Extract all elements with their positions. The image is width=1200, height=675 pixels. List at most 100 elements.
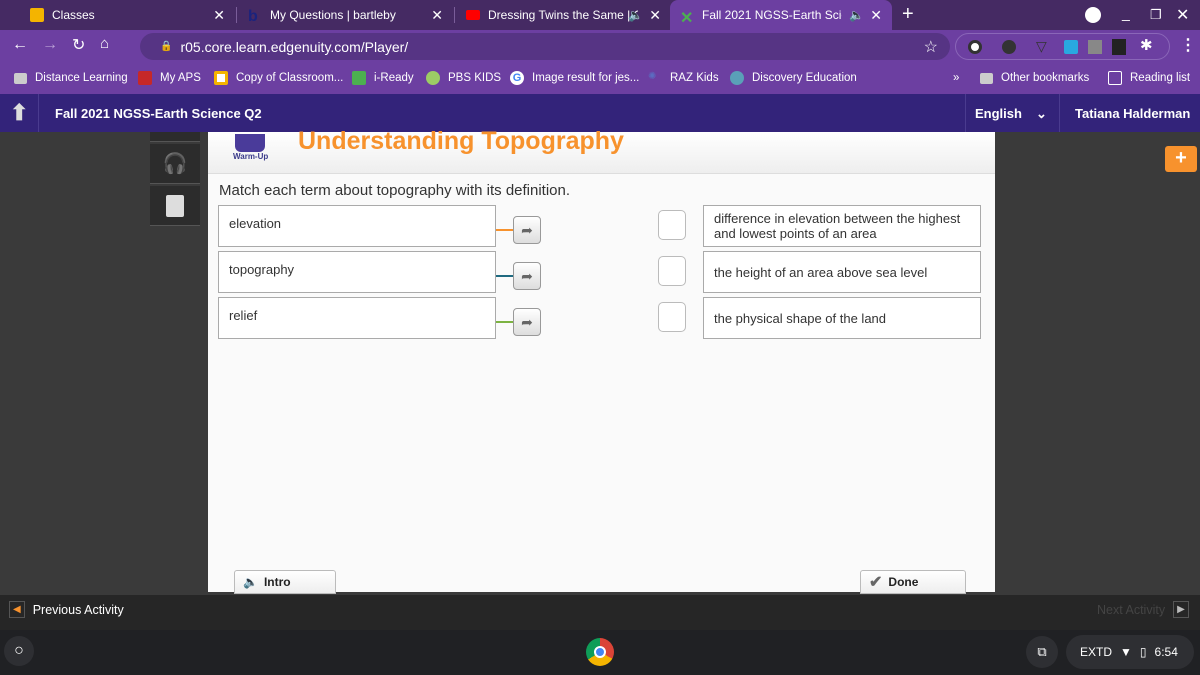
tab-label: My Questions | bartleby [270,8,396,22]
audio-icon: 🔈 [628,8,643,22]
speaker-icon: 🔈 [243,575,258,589]
term-label: topography [229,262,295,277]
bookmark[interactable]: ✺ RAZ Kids [648,62,719,94]
google-icon: G [510,71,524,85]
close-icon[interactable]: ✕ [870,7,882,24]
other-bookmarks-label: Other bookmarks [1001,72,1090,84]
activity-footer: ◀ Previous Activity Next Activity ▶ [0,595,1200,630]
wifi-icon: ▼ [1120,645,1132,659]
term-topography[interactable]: topography [218,251,496,293]
extension-icon[interactable] [1002,40,1016,54]
home-icon[interactable]: ⬆ [10,100,28,126]
reload-button[interactable]: ↻ [72,35,85,55]
reading-list-label: Reading list [1130,72,1191,84]
launcher-button[interactable]: ○ [4,636,34,666]
close-icon[interactable]: ✕ [649,7,661,24]
match-arrow-button[interactable]: ➦ [513,216,541,244]
minimize-button[interactable]: _ [1122,5,1130,21]
forward-button[interactable]: → [42,36,58,54]
tab-strip: Classes ✕ b My Questions | bartleby ✕ Dress… [0,0,1200,30]
pbs-kids-icon [426,71,440,85]
match-target[interactable] [658,302,686,332]
extension-icon[interactable] [1112,39,1126,55]
term-label: relief [229,308,258,323]
bookmark[interactable]: My APS [138,62,201,94]
tab-search-icon[interactable] [1085,7,1101,23]
add-button[interactable]: + [1165,146,1197,172]
close-icon[interactable]: ✕ [431,7,443,24]
bookmark[interactable]: PBS KIDS [426,62,501,94]
raz-kids-icon: ✺ [648,71,657,82]
match-target[interactable] [658,256,686,286]
term-relief[interactable]: relief [218,297,496,339]
holding-space-icon[interactable]: ⧉ [1026,636,1058,668]
arrow-icon: ➦ [521,221,533,238]
tab-youtube[interactable]: Dressing Twins the Same | O 🔈 ✕ [456,0,671,30]
new-tab-button[interactable]: + [902,3,914,26]
bookmark-label: Distance Learning [35,72,128,84]
done-label: Done [888,575,919,589]
status-tray[interactable]: EXTD ▼ ▯ 6:54 [1066,635,1194,669]
star-icon[interactable]: ☆ [924,37,938,57]
bookmark[interactable]: Discovery Education [730,62,857,94]
tool-column: 🎧 [150,132,200,228]
previous-activity-button[interactable]: ◀ Previous Activity [9,601,124,618]
chevron-left-icon: ◀ [9,601,25,618]
definition: the physical shape of the land [703,297,981,339]
language-select[interactable]: English ⌄ [975,106,1047,122]
tab-bartleby[interactable]: b My Questions | bartleby ✕ [238,0,453,30]
calculator-icon [166,194,184,217]
arrow-icon: ➦ [521,313,533,330]
bookmark-label: i-Ready [374,72,414,84]
back-button[interactable]: ← [12,36,28,54]
headphones-tool[interactable]: 🎧 [150,144,200,184]
extension-icon[interactable] [1064,40,1078,54]
puzzle-icon[interactable]: ✱ [1140,36,1153,54]
extension-icon[interactable] [968,40,982,54]
tab-edgenuity[interactable]: ✕ Fall 2021 NGSS-Earth Scienc 🔈 ✕ [670,0,892,30]
term-label: elevation [229,216,282,231]
close-icon[interactable]: ✕ [213,7,225,24]
bookmarks-bar: Distance Learning My APS Copy of Classro… [0,62,1200,94]
intro-button[interactable]: 🔈 Intro [234,570,336,594]
user-name[interactable]: Tatiana Halderman [1075,106,1190,121]
definition-text: difference in elevation between the high… [714,211,961,241]
definition-text: the physical shape of the land [714,310,887,326]
done-button[interactable]: ✔ Done [860,570,966,594]
reading-list[interactable]: Reading list [1108,62,1190,94]
match-target[interactable] [658,210,686,240]
bookmark-label: Copy of Classroom... [236,72,344,84]
tab-classes[interactable]: Classes ✕ [20,0,235,30]
term-elevation[interactable]: elevation [218,205,496,247]
intro-label: Intro [263,575,291,589]
headphones-icon: 🎧 [162,153,188,175]
menu-icon[interactable]: ⋮ [1180,35,1196,55]
bookmark[interactable]: G Image result for jes... [510,62,639,94]
close-window-button[interactable]: ✕ [1176,5,1189,25]
checkmark-icon: ✔ [869,574,883,591]
address-bar[interactable]: 🔒 r05.core.learn.edgenuity.com/Player/ ☆ [140,33,950,60]
iready-icon [352,71,366,85]
bookmark-label: RAZ Kids [670,72,719,84]
home-button[interactable]: ⌂ [100,35,109,52]
bookmark-label: PBS KIDS [448,72,502,84]
restore-button[interactable]: ❐ [1150,7,1162,23]
extension-icon[interactable] [1088,40,1102,54]
definition: difference in elevation between the high… [703,205,981,247]
match-arrow-button[interactable]: ➦ [513,308,541,336]
next-activity-button[interactable]: Next Activity ▶ [1097,601,1189,618]
folder-icon [980,72,993,84]
extension-icon[interactable]: ▽ [1036,38,1047,55]
calculator-tool[interactable] [150,186,200,226]
arrow-icon: ➦ [521,267,533,284]
bookmark[interactable]: Copy of Classroom... [214,62,343,94]
more-bookmarks-button[interactable]: » [953,62,959,94]
other-bookmarks[interactable]: Other bookmarks [980,62,1089,94]
bookmark[interactable]: Distance Learning [14,62,128,94]
connector-line [496,229,514,231]
pencil-tool[interactable] [150,132,200,142]
os-shelf: ○ ⧉ EXTD ▼ ▯ 6:54 [0,630,1200,675]
match-arrow-button[interactable]: ➦ [513,262,541,290]
bookmark[interactable]: i-Ready [352,62,414,94]
chrome-icon[interactable] [586,638,614,666]
